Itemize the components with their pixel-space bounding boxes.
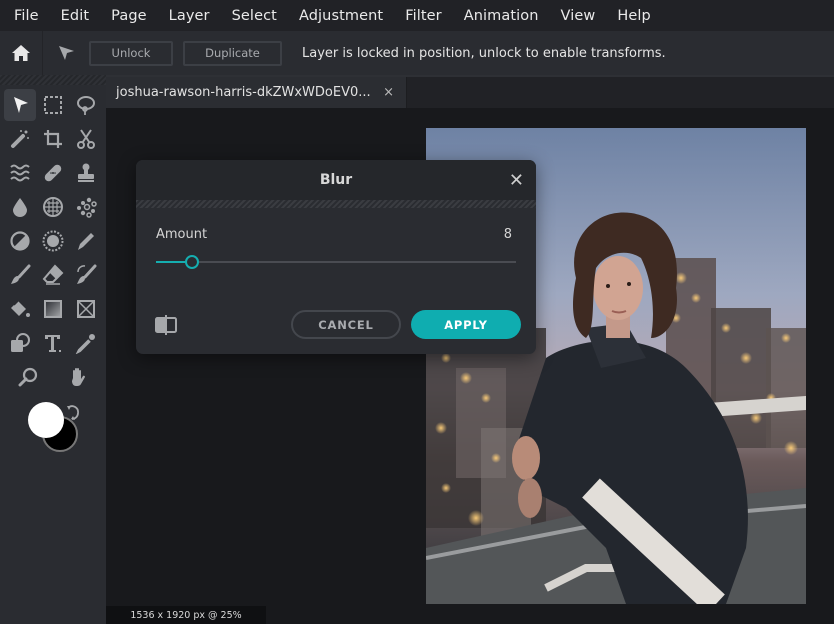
text-tool[interactable] — [37, 327, 69, 359]
home-button[interactable] — [0, 31, 43, 75]
menu-bar: File Edit Page Layer Select Adjustment F… — [0, 0, 834, 31]
amount-label: Amount — [156, 227, 208, 242]
close-icon[interactable]: ✕ — [509, 170, 524, 191]
menu-filter[interactable]: Filter — [405, 8, 442, 24]
text-icon — [45, 335, 61, 352]
amount-slider[interactable] — [156, 255, 516, 269]
crop-tool[interactable] — [37, 123, 69, 155]
eyedropper-icon — [75, 334, 95, 354]
sponge-tool[interactable] — [37, 191, 69, 223]
scissors-icon — [77, 129, 95, 149]
blur-dialog: Blur ✕ Amount 8 CANCEL APPLY — [136, 160, 536, 354]
document-tab[interactable]: joshua-rawson-harris-dkZWxWDoEV0... × — [106, 77, 407, 108]
pen-tool[interactable] — [70, 225, 102, 257]
menu-adjustment[interactable]: Adjustment — [299, 8, 383, 24]
cut-tool[interactable] — [70, 123, 102, 155]
color-replace-tool[interactable] — [70, 259, 102, 291]
blur-tool[interactable] — [4, 191, 36, 223]
paint-bucket-tool[interactable] — [4, 293, 36, 325]
magic-wand-icon — [11, 130, 29, 148]
bucket-icon — [11, 300, 30, 317]
frame-icon — [77, 300, 95, 318]
hand-tool[interactable] — [62, 361, 94, 393]
panel-grip[interactable] — [0, 75, 106, 85]
dots-icon — [77, 197, 97, 218]
shape-frame-tool[interactable] — [70, 293, 102, 325]
menu-select[interactable]: Select — [232, 8, 277, 24]
crop-icon — [44, 130, 62, 148]
document-tab-label: joshua-rawson-harris-dkZWxWDoEV0... — [116, 85, 371, 100]
marquee-tool[interactable] — [37, 89, 69, 121]
menu-animation[interactable]: Animation — [464, 8, 539, 24]
close-tab-icon[interactable]: × — [383, 85, 394, 100]
amount-value: 8 — [503, 227, 512, 242]
menu-file[interactable]: File — [14, 8, 39, 24]
half-circle-icon — [10, 231, 30, 251]
dashed-rectangle-icon — [44, 96, 62, 114]
dodge-burn-tool[interactable] — [4, 225, 36, 257]
magic-wand-tool[interactable] — [4, 123, 36, 155]
sharpen-tool[interactable] — [37, 225, 69, 257]
magnifier-icon — [18, 367, 38, 387]
slider-thumb[interactable] — [185, 255, 199, 269]
lasso-tool[interactable] — [70, 89, 102, 121]
slider-fill — [156, 261, 185, 263]
foreground-color-swatch[interactable] — [28, 402, 64, 438]
document-tab-bar: joshua-rawson-harris-dkZWxWDoEV0... × — [106, 75, 834, 108]
options-toolbar: Unlock Duplicate Layer is locked in posi… — [0, 31, 834, 75]
cancel-button[interactable]: CANCEL — [291, 310, 401, 339]
lasso-icon — [77, 96, 95, 115]
waves-icon — [10, 164, 30, 182]
menu-layer[interactable]: Layer — [169, 8, 210, 24]
gradient-icon — [44, 300, 62, 318]
menu-edit[interactable]: Edit — [61, 8, 89, 24]
grid-circle-icon — [43, 197, 63, 217]
heal-tool[interactable] — [37, 157, 69, 189]
pixelate-tool[interactable] — [70, 191, 102, 223]
menu-help[interactable]: Help — [617, 8, 650, 24]
unlock-button[interactable]: Unlock — [89, 40, 173, 66]
drop-icon — [13, 198, 27, 217]
eyedropper-tool[interactable] — [70, 327, 102, 359]
liquify-tool[interactable] — [4, 157, 36, 189]
stamp-icon — [78, 163, 94, 182]
tool-panel — [0, 75, 106, 624]
apply-button[interactable]: APPLY — [411, 310, 521, 339]
brush-icon — [11, 264, 31, 284]
zoom-tool[interactable] — [12, 361, 44, 393]
brush-tool[interactable] — [4, 259, 36, 291]
split-compare-icon[interactable] — [154, 315, 178, 335]
brush-swap-icon — [77, 264, 97, 284]
arrow-pointer-icon — [14, 97, 28, 113]
toolbar-message: Layer is locked in position, unlock to e… — [302, 45, 666, 61]
hand-icon — [72, 368, 86, 386]
menu-page[interactable]: Page — [111, 8, 147, 24]
sun-icon — [42, 230, 64, 252]
pen-icon — [78, 233, 94, 250]
gradient-tool[interactable] — [37, 293, 69, 325]
menu-view[interactable]: View — [561, 8, 596, 24]
home-icon — [12, 45, 30, 61]
dialog-divider — [136, 200, 536, 208]
clone-stamp-tool[interactable] — [70, 157, 102, 189]
move-tool[interactable] — [4, 89, 36, 121]
move-tool-indicator[interactable] — [43, 31, 89, 75]
dialog-header[interactable]: Blur ✕ — [136, 160, 536, 200]
eraser-tool[interactable] — [37, 259, 69, 291]
arrow-pointer-icon — [59, 46, 74, 60]
slider-track[interactable] — [156, 261, 516, 263]
bandage-icon — [44, 164, 62, 182]
duplicate-button[interactable]: Duplicate — [183, 40, 282, 66]
dialog-title: Blur — [319, 172, 353, 188]
eraser-icon — [42, 264, 64, 285]
status-bar: 1536 x 1920 px @ 25% — [106, 606, 266, 624]
shapes-icon — [11, 333, 30, 352]
shape-tool[interactable] — [4, 327, 36, 359]
